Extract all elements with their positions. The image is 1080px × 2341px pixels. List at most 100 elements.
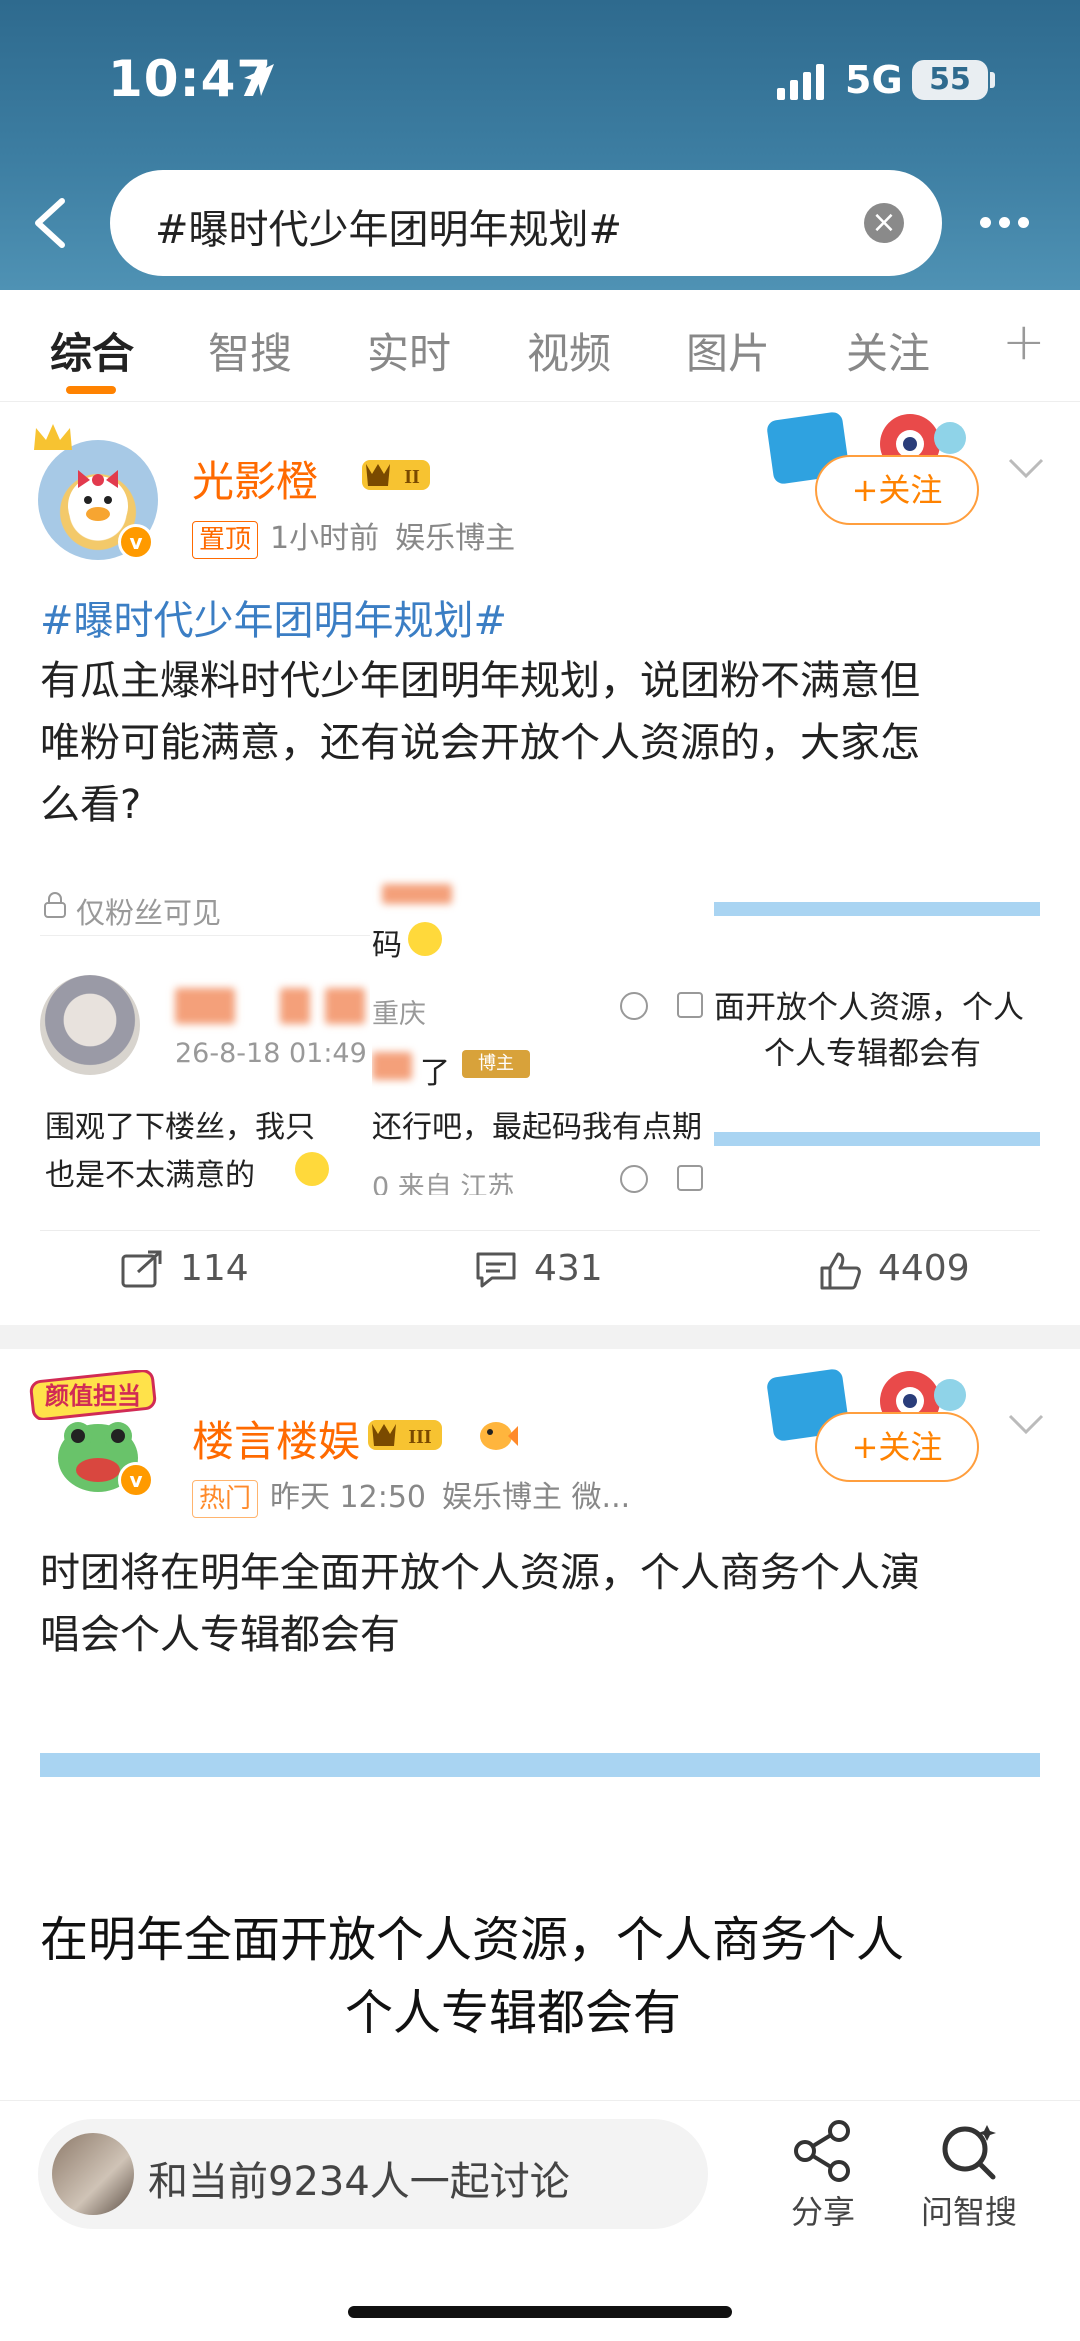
tab-following[interactable]: 关注 bbox=[846, 320, 930, 381]
comment-line: 围观了下楼丝，我只 bbox=[45, 1110, 315, 1145]
comment-line: 还行吧，最起码我有点期 bbox=[372, 1110, 702, 1145]
tab-smart-search[interactable]: 智搜 bbox=[208, 320, 292, 381]
post1-divider bbox=[40, 1230, 1040, 1231]
pinned-tag: 置顶 bbox=[192, 521, 259, 559]
blue-bar bbox=[40, 1753, 1040, 1777]
follow-button[interactable]: +关注 bbox=[815, 1412, 979, 1482]
tab-comprehensive[interactable]: 综合 bbox=[50, 320, 134, 381]
search-query: #曝时代少年团明年规划# bbox=[155, 207, 623, 253]
active-tab-indicator bbox=[66, 386, 116, 394]
comment-date: 26-8-18 01:49 bbox=[175, 1038, 367, 1069]
post1-meta: 置顶 1小时前 娱乐博主 bbox=[192, 513, 515, 559]
blurred-name bbox=[175, 988, 235, 1024]
thumbs-up-icon bbox=[820, 1252, 861, 1290]
lock-icon bbox=[44, 892, 66, 918]
collage-panel-2: 码 重庆 了 博主 还行吧，最起码我有点期 0 来自 江苏 bbox=[372, 870, 712, 1195]
tab-bar: 综合 智搜 实时 视频 图片 关注 + bbox=[0, 290, 1080, 402]
emoji-reaction-icon bbox=[620, 1165, 648, 1193]
comment-line: 码 bbox=[372, 928, 402, 963]
clear-icon[interactable]: × bbox=[864, 203, 904, 243]
fans-only-label: 仅粉丝可见 bbox=[76, 896, 222, 930]
post2-username[interactable]: 楼言楼娱 bbox=[192, 1408, 360, 1469]
tab-realtime[interactable]: 实时 bbox=[367, 320, 451, 381]
commenter-avatar bbox=[40, 975, 140, 1075]
location-arrow-icon bbox=[244, 64, 274, 96]
comment-action[interactable]: 431 bbox=[474, 1248, 614, 1292]
network-type: 5G bbox=[845, 58, 903, 102]
post2-role: 娱乐博主 微... bbox=[442, 1480, 631, 1515]
battery-tip bbox=[990, 72, 995, 88]
panel-divider bbox=[40, 935, 370, 936]
blogger-badge: 博主 bbox=[462, 1050, 530, 1078]
blurred-name bbox=[325, 988, 365, 1024]
home-indicator bbox=[348, 2306, 732, 2318]
post1-level: II bbox=[404, 466, 420, 488]
status-bar: 10:47 5G 55 bbox=[0, 0, 1080, 150]
post1-body-line: 有瓜主爆料时代少年团明年规划，说团粉不满意但 bbox=[40, 658, 920, 704]
discuss-avatar bbox=[52, 2133, 134, 2215]
ask-label: 问智搜 bbox=[920, 2193, 1017, 2231]
more-options-icon[interactable] bbox=[980, 213, 1040, 233]
crying-emoji-icon bbox=[295, 1152, 329, 1186]
post2-image[interactable]: 在明年全面开放个人资源，个人商务个人 个人专辑都会有 bbox=[40, 1705, 1040, 2095]
tab-images[interactable]: 图片 bbox=[686, 320, 770, 381]
share-icon bbox=[121, 1250, 162, 1288]
like-count: 4409 bbox=[878, 1248, 970, 1289]
post2-meta: 热门 昨天 12:50 娱乐博主 微... bbox=[192, 1472, 630, 1518]
section-gap bbox=[0, 1325, 1080, 1349]
battery-icon: 55 bbox=[912, 60, 988, 100]
share-small-icon bbox=[677, 1165, 703, 1191]
comment-name-fragment: 了 bbox=[420, 1056, 450, 1091]
image-text-line: 在明年全面开放个人资源，个人商务个人 bbox=[40, 1912, 905, 1968]
post2-level: III bbox=[408, 1426, 432, 1448]
image-text-line: 面开放个人资源，个人 bbox=[714, 990, 1024, 1026]
header: 10:47 5G 55 #曝时代少年团明年规划# × bbox=[0, 0, 1080, 290]
share-action[interactable]: 114 bbox=[120, 1248, 260, 1292]
blurred-name bbox=[280, 988, 310, 1024]
crying-emoji-icon bbox=[408, 922, 442, 956]
collage-panel-3: 面开放个人资源，个人 个人专辑都会有 bbox=[714, 870, 1040, 1195]
chevron-down-icon[interactable] bbox=[1006, 1412, 1046, 1436]
share-small-icon bbox=[677, 992, 703, 1018]
search-input[interactable]: #曝时代少年团明年规划# × bbox=[110, 170, 942, 276]
image-text-line: 个人专辑都会有 bbox=[764, 1036, 981, 1072]
emoji-reaction-icon bbox=[620, 992, 648, 1020]
post1-hashtag[interactable]: #曝时代少年团明年规划# bbox=[40, 588, 507, 646]
comment-count: 431 bbox=[534, 1248, 603, 1289]
add-tab-icon[interactable]: + bbox=[1002, 312, 1046, 372]
comment-icon bbox=[476, 1252, 516, 1288]
blue-bar bbox=[714, 1132, 1040, 1146]
share-count: 114 bbox=[180, 1248, 249, 1289]
blurred-name bbox=[382, 884, 452, 904]
image-text-line: 个人专辑都会有 bbox=[345, 1985, 682, 2041]
collage-panel-1: 仅粉丝可见 26-8-18 01:49 围观了下楼丝，我只 也是不太满意的 bbox=[40, 870, 370, 1195]
blue-bar bbox=[714, 902, 1040, 916]
post1-body-line: 么看? bbox=[40, 782, 142, 828]
crown-icon bbox=[34, 424, 72, 450]
fish-icon bbox=[480, 1422, 518, 1450]
verified-badge-icon: v bbox=[118, 1462, 154, 1498]
verified-badge-icon: v bbox=[118, 524, 154, 560]
ask-smart-search-button[interactable]: 问智搜 bbox=[904, 2119, 1034, 2233]
follow-button[interactable]: +关注 bbox=[815, 455, 979, 525]
battery-level: 55 bbox=[929, 62, 971, 97]
post1-body: 有瓜主爆料时代少年团明年规划，说团粉不满意但 唯粉可能满意，还有说会开放个人资源… bbox=[40, 650, 1050, 836]
tab-video[interactable]: 视频 bbox=[527, 320, 611, 381]
back-arrow-icon[interactable] bbox=[28, 195, 72, 251]
level-badge-icon: II bbox=[362, 460, 430, 490]
comment-location: 重庆 bbox=[372, 999, 426, 1030]
post1-time: 1小时前 bbox=[270, 521, 380, 556]
post2-body: 时团将在明年全面开放个人资源，个人商务个人演 唱会个人专辑都会有 bbox=[40, 1542, 1050, 1666]
post1-username[interactable]: 光影橙 bbox=[192, 448, 318, 509]
signal-icon bbox=[777, 64, 824, 100]
post2-time: 昨天 12:50 bbox=[270, 1480, 427, 1515]
post1-role: 娱乐博主 bbox=[395, 521, 516, 556]
discuss-input[interactable]: 和当前9234人一起讨论 bbox=[38, 2119, 708, 2229]
share-nodes-icon bbox=[794, 2120, 850, 2182]
level-badge-icon: III bbox=[368, 1420, 442, 1450]
share-button[interactable]: 分享 bbox=[758, 2119, 888, 2233]
chevron-down-icon[interactable] bbox=[1006, 456, 1046, 480]
post1-image-collage[interactable]: 仅粉丝可见 26-8-18 01:49 围观了下楼丝，我只 也是不太满意的 码 … bbox=[40, 870, 1040, 1195]
like-action[interactable]: 4409 bbox=[818, 1248, 988, 1292]
svg-text:颜值担当: 颜值担当 bbox=[45, 1382, 141, 1410]
